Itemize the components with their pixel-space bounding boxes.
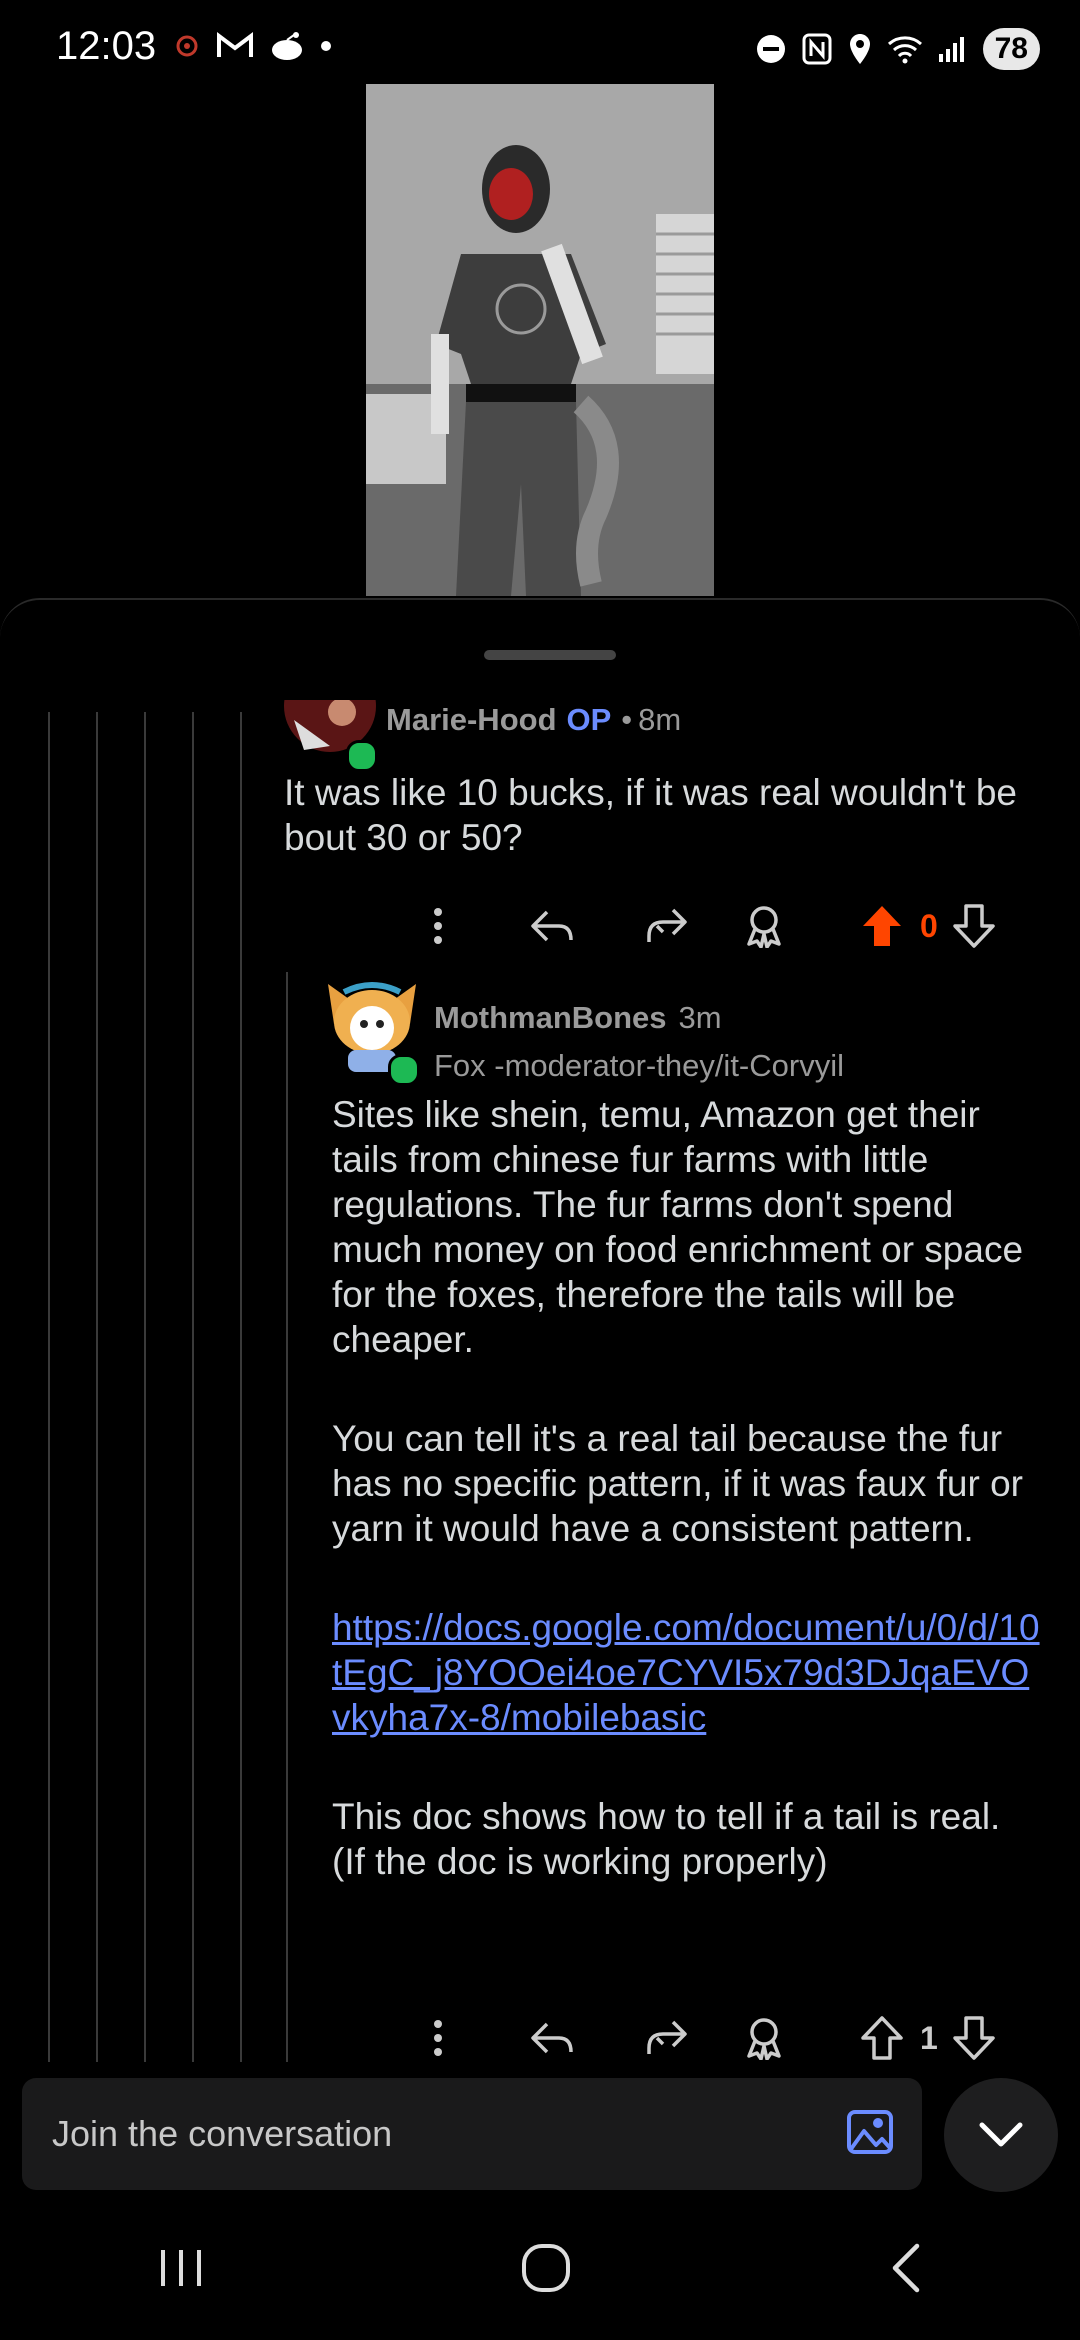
wifi-icon <box>887 36 922 64</box>
more-options-icon[interactable] <box>420 2018 456 2058</box>
notification-icons <box>172 30 332 62</box>
dnd-icon <box>756 35 785 63</box>
online-indicator <box>346 740 378 772</box>
comment-paragraph: You can tell it's a real tail because th… <box>332 1418 1023 1549</box>
location-icon <box>849 34 870 64</box>
comment-actions: 1 <box>420 2008 1020 2068</box>
composer-placeholder[interactable]: Join the conversation <box>52 2113 392 2155</box>
dot-icon <box>321 41 331 51</box>
status-time: 12:03 <box>56 24 157 68</box>
signal-icon <box>938 37 964 62</box>
reply-icon[interactable] <box>528 906 576 946</box>
system-navigation-bar <box>0 2200 1080 2340</box>
reply-icon[interactable] <box>528 2018 576 2058</box>
username[interactable]: MothmanBones <box>434 1000 667 1036</box>
collapse-button[interactable] <box>944 2078 1058 2192</box>
comment-composer[interactable]: Join the conversation <box>22 2078 922 2190</box>
user-flair: Fox -moderator-they/it-Corvyil <box>434 1048 844 1083</box>
award-icon[interactable] <box>740 904 788 948</box>
sheet-drag-handle[interactable] <box>484 650 616 660</box>
chevron-down-icon <box>979 2122 1023 2147</box>
more-options-icon[interactable] <box>420 906 456 946</box>
comment-actions: 0 <box>420 896 1020 956</box>
username[interactable]: Marie-Hood <box>386 702 557 738</box>
award-icon[interactable] <box>740 2016 788 2060</box>
battery-indicator: 78 <box>982 28 1040 70</box>
reddit-icon <box>272 32 302 60</box>
home-icon[interactable] <box>520 2242 572 2299</box>
share-icon[interactable] <box>642 906 690 946</box>
back-icon[interactable] <box>887 2242 923 2299</box>
comment-header: Marie-Hood OP • 8m <box>386 702 681 738</box>
vote-count: 1 <box>920 2019 938 2056</box>
thread-line[interactable] <box>192 712 194 2062</box>
comment-age: 3m <box>678 1000 722 1035</box>
downvote-icon[interactable] <box>950 2016 998 2060</box>
thread-line[interactable] <box>48 712 50 2062</box>
thread-line[interactable] <box>96 712 98 2062</box>
nfc-icon <box>802 33 832 65</box>
share-icon[interactable] <box>642 2018 690 2058</box>
separator: • <box>621 702 633 737</box>
image-upload-icon[interactable] <box>846 2109 894 2160</box>
upvote-icon[interactable] <box>858 2016 906 2060</box>
doc-link[interactable]: https://docs.google.com/document/u/0/d/1… <box>332 1605 1042 1740</box>
op-badge: OP <box>566 702 612 737</box>
recents-icon[interactable] <box>157 2246 205 2295</box>
comment-header: MothmanBones 3m <box>434 1000 722 1036</box>
post-image[interactable] <box>366 84 714 596</box>
comment-paragraph: This doc shows how to tell if a tail is … <box>332 1796 1001 1882</box>
downvote-icon[interactable] <box>950 904 998 948</box>
comment-body: It was like 10 bucks, if it was real wou… <box>284 772 1018 858</box>
upvote-icon-active[interactable] <box>858 904 906 948</box>
comment-body: Sites like shein, temu, Amazon get their… <box>332 1092 1042 1884</box>
system-status-icons: 78 <box>755 28 1040 70</box>
online-indicator <box>388 1054 420 1086</box>
thread-line[interactable] <box>240 712 242 2062</box>
photo-figure <box>366 84 714 596</box>
app-notification-icon <box>176 35 198 57</box>
gmail-icon <box>217 32 253 57</box>
thread-line[interactable] <box>144 712 146 2062</box>
comment-paragraph: Sites like shein, temu, Amazon get their… <box>332 1094 1024 1360</box>
thread-line[interactable] <box>286 972 288 2062</box>
comment-age: 8m <box>638 702 682 737</box>
vote-count: 0 <box>920 907 938 944</box>
